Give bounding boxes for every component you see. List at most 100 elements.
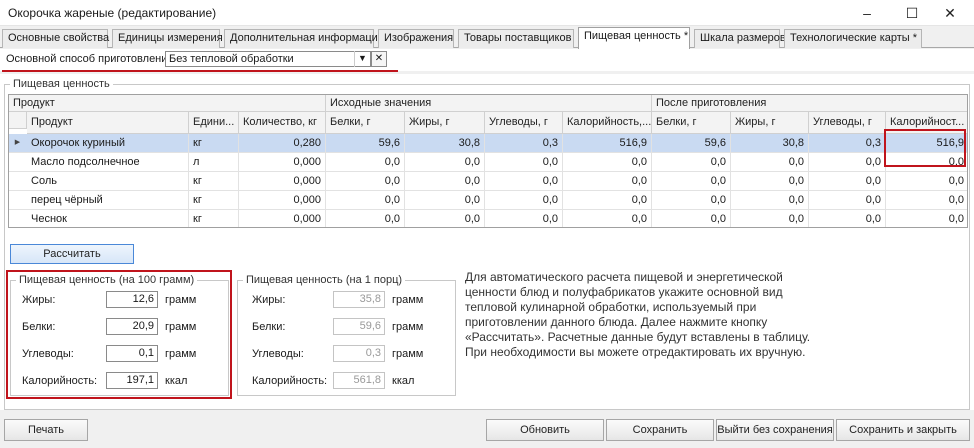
cell-product[interactable]: Соль [27, 172, 189, 191]
per100-protein-input[interactable]: 20,9 [106, 318, 158, 335]
cell-after-carbs[interactable]: 0,0 [809, 172, 886, 191]
cell-after-carbs[interactable]: 0,3 [809, 134, 886, 153]
cell-src-calories[interactable]: 0,0 [563, 153, 652, 172]
cell-quantity[interactable]: 0,000 [239, 191, 326, 210]
cell-after-protein[interactable]: 0,0 [652, 172, 731, 191]
cell-src-fat[interactable]: 0,0 [405, 153, 485, 172]
col-header-quantity[interactable]: Количество, кг [239, 112, 326, 134]
col-header-after-protein[interactable]: Белки, г [652, 112, 731, 134]
cell-after-carbs[interactable]: 0,0 [809, 191, 886, 210]
cell-after-calories[interactable]: 0,0 [886, 191, 967, 210]
cell-after-fat[interactable]: 30,8 [731, 134, 809, 153]
cell-src-protein[interactable]: 0,0 [326, 191, 405, 210]
minimize-icon[interactable]: – [847, 0, 887, 26]
tab-main-properties[interactable]: Основные свойства [2, 29, 109, 48]
tab-images[interactable]: Изображения [378, 29, 454, 48]
cell-src-calories[interactable]: 516,9 [563, 134, 652, 153]
table-row[interactable]: перец чёрный кг 0,000 0,0 0,0 0,0 0,0 0,0 0,0 0,0… [9, 191, 967, 210]
per100-carbs-input[interactable]: 0,1 [106, 345, 158, 362]
cell-src-carbs[interactable]: 0,0 [485, 153, 563, 172]
cell-after-fat[interactable]: 0,0 [731, 153, 809, 172]
cell-quantity[interactable]: 0,000 [239, 172, 326, 191]
cell-after-protein[interactable]: 0,0 [652, 153, 731, 172]
cell-src-calories[interactable]: 0,0 [563, 172, 652, 191]
col-header-src-calories[interactable]: Калорийность,... [563, 112, 652, 134]
cell-src-fat[interactable]: 0,0 [405, 172, 485, 191]
cell-unit[interactable]: кг [189, 191, 239, 210]
nutrition-group-title: Пищевая ценность [10, 78, 113, 90]
cell-quantity[interactable]: 0,280 [239, 134, 326, 153]
cell-unit[interactable]: кг [189, 210, 239, 227]
cell-src-protein[interactable]: 59,6 [326, 134, 405, 153]
tab-supplier-goods[interactable]: Товары поставщиков [458, 29, 574, 48]
cell-unit[interactable]: кг [189, 134, 239, 153]
cell-src-calories[interactable]: 0,0 [563, 210, 652, 227]
cell-src-protein[interactable]: 0,0 [326, 172, 405, 191]
refresh-button[interactable]: Обновить [486, 419, 604, 441]
cooking-method-label: Основной способ приготовления: [6, 53, 177, 65]
cell-after-fat[interactable]: 0,0 [731, 210, 809, 227]
cell-after-carbs[interactable]: 0,0 [809, 153, 886, 172]
table-row[interactable]: Чеснок кг 0,000 0,0 0,0 0,0 0,0 0,0 0,0 0,0 0,0 [9, 210, 967, 227]
cell-after-calories[interactable]: 0,0 [886, 172, 967, 191]
save-button[interactable]: Сохранить [606, 419, 714, 441]
cell-after-carbs[interactable]: 0,0 [809, 210, 886, 227]
col-header-src-fat[interactable]: Жиры, г [405, 112, 485, 134]
table-row[interactable]: Соль кг 0,000 0,0 0,0 0,0 0,0 0,0 0,0 0,0 0,0 [9, 172, 967, 191]
cooking-method-select[interactable]: Без тепловой обработки [165, 51, 371, 67]
close-icon[interactable]: ✕ [930, 0, 970, 26]
tab-additional-info[interactable]: Дополнительная информация [224, 29, 384, 48]
tab-tech-cards[interactable]: Технологические карты * [784, 29, 922, 48]
cell-after-fat[interactable]: 0,0 [731, 191, 809, 210]
cell-after-fat[interactable]: 0,0 [731, 172, 809, 191]
cell-product[interactable]: перец чёрный [27, 191, 189, 210]
window-title: Окорочка жареные (редактирование) [8, 6, 217, 20]
col-header-after-fat[interactable]: Жиры, г [731, 112, 809, 134]
cell-src-carbs[interactable]: 0,0 [485, 210, 563, 227]
cell-src-fat[interactable]: 0,0 [405, 191, 485, 210]
group-header-source: Исходные значения [326, 95, 652, 112]
cell-after-protein[interactable]: 0,0 [652, 191, 731, 210]
cell-after-calories[interactable]: 0,0 [886, 210, 967, 227]
cell-after-protein[interactable]: 0,0 [652, 210, 731, 227]
tab-size-scale[interactable]: Шкала размеров [694, 29, 786, 48]
cell-src-carbs[interactable]: 0,0 [485, 191, 563, 210]
col-header-src-protein[interactable]: Белки, г [326, 112, 405, 134]
cell-src-protein[interactable]: 0,0 [326, 153, 405, 172]
cell-product[interactable]: Масло подсолнечное [27, 153, 189, 172]
calculate-button[interactable]: Рассчитать [10, 244, 134, 264]
per100-fat-input[interactable]: 12,6 [106, 291, 158, 308]
cell-unit[interactable]: кг [189, 172, 239, 191]
cell-src-calories[interactable]: 0,0 [563, 191, 652, 210]
portion-fat-label: Жиры: [252, 294, 286, 306]
cell-unit[interactable]: л [189, 153, 239, 172]
tab-units[interactable]: Единицы измерения [112, 29, 223, 48]
maximize-icon[interactable]: ☐ [892, 0, 932, 26]
cell-src-carbs[interactable]: 0,0 [485, 172, 563, 191]
exit-without-saving-button[interactable]: Выйти без сохранения [716, 419, 834, 441]
per100-fat-label: Жиры: [22, 294, 56, 306]
table-row[interactable]: ▶ Окорочок куриный кг 0,280 59,6 30,8 0,3 516,9… [9, 134, 967, 153]
save-and-close-button[interactable]: Сохранить и закрыть [836, 419, 970, 441]
portion-protein-input: 59,6 [333, 318, 385, 335]
col-header-product[interactable]: Продукт [27, 112, 189, 134]
cell-src-fat[interactable]: 30,8 [405, 134, 485, 153]
print-button[interactable]: Печать [4, 419, 88, 441]
cell-quantity[interactable]: 0,000 [239, 210, 326, 227]
table-row[interactable]: Масло подсолнечное л 0,000 0,0 0,0 0,0 0,0 0,0 0… [9, 153, 967, 172]
chevron-down-icon[interactable]: ▼ [354, 51, 370, 67]
cell-product[interactable]: Окорочок куриный [27, 134, 189, 153]
tab-nutrition[interactable]: Пищевая ценность * [578, 27, 690, 49]
per100-calories-input[interactable]: 197,1 [106, 372, 158, 389]
col-header-unit[interactable]: Едини... [189, 112, 239, 134]
clear-icon[interactable]: ✕ [371, 51, 387, 67]
cell-product[interactable]: Чеснок [27, 210, 189, 227]
cell-quantity[interactable]: 0,000 [239, 153, 326, 172]
portion-carbs-input: 0,3 [333, 345, 385, 362]
cell-src-fat[interactable]: 0,0 [405, 210, 485, 227]
cell-src-carbs[interactable]: 0,3 [485, 134, 563, 153]
cell-src-protein[interactable]: 0,0 [326, 210, 405, 227]
col-header-after-carbs[interactable]: Углеводы, г [809, 112, 886, 134]
cell-after-protein[interactable]: 59,6 [652, 134, 731, 153]
col-header-src-carbs[interactable]: Углеводы, г [485, 112, 563, 134]
